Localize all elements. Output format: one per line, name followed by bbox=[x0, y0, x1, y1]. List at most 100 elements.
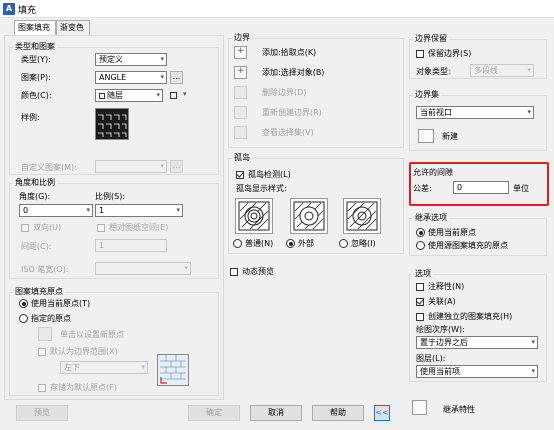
color-select[interactable]: 随层 ▾ bbox=[95, 89, 163, 102]
custom-pattern-select[interactable]: ▾ bbox=[95, 160, 167, 173]
dynamic-preview-label: 动态预览 bbox=[242, 267, 274, 276]
inherit-current-radio[interactable] bbox=[416, 228, 425, 237]
pick-origin-icon[interactable] bbox=[38, 327, 52, 341]
spacing-input[interactable]: 1 bbox=[95, 239, 167, 252]
island-detect-checkbox[interactable] bbox=[236, 171, 244, 179]
tab-gradient[interactable]: 渐变色 bbox=[56, 20, 90, 35]
layer-select[interactable]: 使用当前项 ▾ bbox=[416, 365, 538, 378]
view-selection-icon[interactable] bbox=[234, 126, 247, 139]
chevron-down-icon: ▾ bbox=[141, 363, 145, 371]
pattern-swatch-preview[interactable] bbox=[95, 108, 129, 140]
chevron-down-icon: ▾ bbox=[183, 90, 187, 98]
dynamic-preview-checkbox[interactable] bbox=[230, 268, 238, 276]
chevron-down-icon: ▾ bbox=[86, 206, 90, 214]
type-select[interactable]: 预定义 ▾ bbox=[95, 53, 167, 66]
new-boundary-set-icon[interactable] bbox=[418, 129, 434, 143]
use-current-origin-label: 使用当前原点(T) bbox=[31, 299, 91, 308]
spacing-label: 间距(C): bbox=[21, 242, 52, 251]
remove-boundary-icon[interactable] bbox=[234, 86, 247, 99]
store-default-checkbox[interactable] bbox=[38, 384, 46, 392]
island-detect-label: 孤岛检测(L) bbox=[248, 170, 291, 179]
island-normal-label: 普通(N) bbox=[245, 239, 274, 248]
angle-select[interactable]: 0 ▾ bbox=[19, 204, 93, 217]
chevron-down-icon: ▾ bbox=[531, 338, 535, 346]
origin-header: 图案填充原点 bbox=[13, 286, 65, 297]
chevron-down-icon: ▾ bbox=[160, 162, 164, 170]
relative-paper-checkbox[interactable] bbox=[97, 224, 105, 232]
relative-paper-label: 相对图纸空间(E) bbox=[109, 223, 169, 232]
default-boundary-label: 默认为边界范围(X) bbox=[50, 347, 118, 356]
chevron-down-icon: ▾ bbox=[527, 66, 531, 74]
annotative-checkbox[interactable] bbox=[416, 283, 424, 291]
use-current-origin-radio[interactable] bbox=[19, 299, 28, 308]
island-style-label: 孤岛显示样式: bbox=[236, 184, 287, 193]
title-bar bbox=[0, 0, 554, 18]
remove-boundary-label[interactable]: 删除边界(D) bbox=[262, 87, 306, 98]
no-fill-icon bbox=[170, 92, 177, 99]
inherit-source-radio[interactable] bbox=[416, 241, 425, 250]
add-pick-icon[interactable]: + bbox=[234, 46, 247, 59]
pattern-browse-button[interactable]: ... bbox=[170, 71, 183, 84]
iso-pen-select[interactable]: ▾ bbox=[95, 262, 191, 275]
add-pick-label[interactable]: 添加:拾取点(K) bbox=[262, 47, 316, 58]
background-color-select[interactable]: ▾ bbox=[168, 89, 194, 102]
color-swatch-icon bbox=[99, 93, 105, 99]
draw-order-select[interactable]: 置于边界之后 ▾ bbox=[416, 336, 538, 349]
separate-hatch-checkbox[interactable] bbox=[416, 313, 424, 321]
brick-pattern-icon bbox=[160, 355, 186, 384]
preview-button[interactable]: 预览 bbox=[16, 405, 68, 421]
add-select-icon[interactable]: + bbox=[234, 66, 247, 79]
pattern-select[interactable]: ANGLE ▾ bbox=[95, 71, 167, 84]
double-checkbox[interactable] bbox=[21, 224, 29, 232]
collapse-button[interactable]: << bbox=[374, 405, 390, 421]
chevron-down-icon: ▾ bbox=[531, 367, 535, 375]
ok-button[interactable]: 确定 bbox=[188, 405, 240, 421]
options-header: 选项 bbox=[413, 268, 433, 279]
cancel-button[interactable]: 取消 bbox=[250, 405, 302, 421]
iso-pen-label: ISO 笔宽(O): bbox=[21, 265, 69, 274]
angle-pattern-icon bbox=[98, 114, 127, 137]
island-normal-radio[interactable] bbox=[233, 239, 242, 248]
new-boundary-set-label[interactable]: 新建 bbox=[442, 131, 458, 142]
tab-hatch[interactable]: 图案填充 bbox=[14, 20, 56, 35]
inherit-current-label: 使用当前原点 bbox=[428, 228, 476, 237]
scale-select[interactable]: 1 ▾ bbox=[95, 204, 183, 217]
scale-label: 比例(S): bbox=[95, 192, 126, 201]
angle-scale-header: 角度和比例 bbox=[13, 177, 57, 188]
keep-boundary-label: 保留边界(S) bbox=[428, 49, 472, 58]
default-boundary-checkbox[interactable] bbox=[38, 348, 46, 356]
inherit-properties-label[interactable]: 继承特性 bbox=[443, 404, 475, 415]
color-label: 颜色(C): bbox=[21, 91, 52, 100]
help-button[interactable]: 帮助 bbox=[312, 405, 364, 421]
origin-position-select[interactable]: 左下 ▾ bbox=[60, 361, 148, 374]
origin-preview-image bbox=[157, 354, 189, 386]
island-ignore-icon[interactable] bbox=[343, 198, 381, 234]
view-selection-label[interactable]: 查看选择集(V) bbox=[262, 127, 314, 138]
boundary-set-select[interactable]: 当前视口 ▾ bbox=[416, 106, 534, 119]
specified-origin-radio[interactable] bbox=[19, 314, 28, 323]
type-label: 类型(Y): bbox=[21, 55, 51, 64]
island-outer-radio[interactable] bbox=[286, 239, 295, 248]
island-outer-label: 外部 bbox=[298, 239, 314, 248]
chevron-down-icon: ▾ bbox=[527, 108, 531, 116]
associative-checkbox[interactable] bbox=[416, 298, 424, 306]
add-select-label[interactable]: 添加:选择对象(B) bbox=[262, 67, 324, 78]
island-outer-icon[interactable] bbox=[290, 198, 328, 234]
keep-boundary-checkbox[interactable] bbox=[416, 50, 424, 58]
inherit-header: 继承选项 bbox=[413, 212, 449, 223]
chevron-down-icon: ▾ bbox=[184, 264, 188, 272]
object-type-select[interactable]: 多段线 ▾ bbox=[470, 64, 534, 77]
islands-header: 孤岛 bbox=[232, 152, 252, 163]
chevron-down-icon: ▾ bbox=[160, 55, 164, 63]
click-set-origin-label: 单击以设置新原点 bbox=[60, 330, 124, 339]
recreate-boundary-label[interactable]: 重新创建边界(R) bbox=[262, 107, 322, 118]
custom-pattern-browse-button[interactable]: ... bbox=[170, 160, 183, 173]
recreate-boundary-icon[interactable] bbox=[234, 106, 247, 119]
island-ignore-radio[interactable] bbox=[339, 239, 348, 248]
draw-order-label: 绘图次序(W): bbox=[416, 325, 465, 334]
island-normal-icon[interactable] bbox=[235, 198, 273, 234]
annotative-label: 注释性(N) bbox=[428, 282, 465, 291]
specified-origin-label: 指定的原点 bbox=[31, 314, 71, 323]
inherit-properties-icon[interactable] bbox=[412, 400, 427, 415]
chevron-down-icon: ▾ bbox=[160, 73, 164, 81]
